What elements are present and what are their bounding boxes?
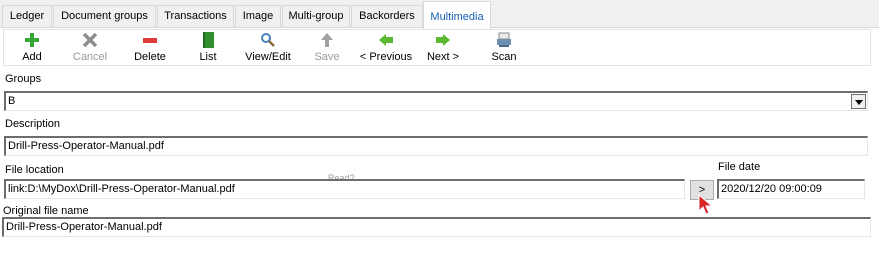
chevron-down-icon[interactable] bbox=[851, 94, 866, 109]
cancel-icon bbox=[82, 32, 98, 48]
view-edit-icon bbox=[261, 33, 275, 47]
next-icon bbox=[436, 34, 450, 46]
tab-multi-group[interactable]: Multi-group bbox=[282, 5, 350, 27]
add-icon bbox=[25, 33, 39, 47]
cancel-label: Cancel bbox=[72, 51, 108, 63]
file-date-field[interactable]: 2020/12/20 09:00:09 bbox=[717, 179, 865, 199]
tab-backorders[interactable]: Backorders bbox=[351, 5, 423, 27]
add-label: Add bbox=[22, 51, 42, 63]
view-edit-label: View/Edit bbox=[245, 51, 291, 63]
save-label: Save bbox=[314, 51, 340, 63]
add-button[interactable]: Add bbox=[12, 31, 52, 65]
tab-document-groups[interactable]: Document groups bbox=[53, 5, 156, 27]
list-icon bbox=[203, 32, 214, 48]
file-date-label: File date bbox=[718, 161, 761, 173]
save-icon bbox=[321, 33, 333, 47]
previous-button[interactable]: < Previous bbox=[357, 31, 415, 65]
next-label: Next > bbox=[426, 51, 460, 63]
groups-label: Groups bbox=[5, 73, 42, 85]
view-edit-button[interactable]: View/Edit bbox=[241, 31, 295, 65]
cursor-icon bbox=[698, 194, 714, 215]
tab-transactions[interactable]: Transactions bbox=[157, 5, 234, 27]
list-label: List bbox=[199, 51, 217, 63]
scan-icon bbox=[497, 32, 511, 47]
original-file-name-field[interactable]: Drill-Press-Operator-Manual.pdf bbox=[2, 217, 871, 237]
previous-label: < Previous bbox=[359, 51, 413, 63]
delete-icon bbox=[143, 38, 157, 43]
file-location-label: File location bbox=[5, 164, 64, 176]
delete-button[interactable]: Delete bbox=[128, 31, 172, 65]
tab-image[interactable]: Image bbox=[235, 5, 281, 27]
groups-select[interactable]: B bbox=[4, 91, 868, 111]
scan-label: Scan bbox=[491, 51, 517, 63]
tab-ledger[interactable]: Ledger bbox=[2, 5, 52, 27]
original-file-name-label: Original file name bbox=[3, 205, 89, 217]
cancel-button[interactable]: Cancel bbox=[68, 31, 112, 65]
delete-label: Delete bbox=[134, 51, 166, 63]
description-field[interactable]: Drill-Press-Operator-Manual.pdf bbox=[4, 136, 868, 156]
groups-value: B bbox=[8, 95, 16, 107]
tab-multimedia[interactable]: Multimedia bbox=[423, 1, 491, 29]
scan-button[interactable]: Scan bbox=[484, 31, 524, 65]
file-location-field[interactable]: link:D:\MyDox\Drill-Press-Operator-Manua… bbox=[4, 179, 685, 199]
list-button[interactable]: List bbox=[188, 31, 228, 65]
next-button[interactable]: Next > bbox=[420, 31, 466, 65]
description-label: Description bbox=[5, 118, 61, 130]
previous-icon bbox=[379, 34, 393, 46]
save-button[interactable]: Save bbox=[307, 31, 347, 65]
